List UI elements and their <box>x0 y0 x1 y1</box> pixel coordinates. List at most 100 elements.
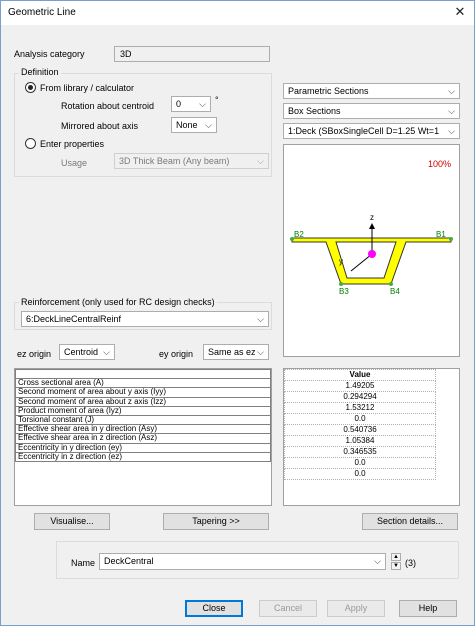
chevron-down-icon: ⌵ <box>448 106 455 116</box>
label-b2: B2 <box>294 230 304 239</box>
mirrored-dropdown[interactable]: None ⌵ <box>171 117 217 133</box>
visualise-button[interactable]: Visualise... <box>34 513 110 530</box>
chevron-down-icon: ⌵ <box>199 99 206 109</box>
usage-dropdown[interactable]: 3D Thick Beam (Any beam) ⌵ <box>114 153 269 169</box>
analysis-category-label: Analysis category <box>14 49 85 59</box>
usage-value: 3D Thick Beam (Any beam) <box>119 156 230 166</box>
close-window-icon[interactable]: ✕ <box>452 4 468 20</box>
table-row[interactable]: 0.0 <box>284 457 436 469</box>
table-row[interactable]: 0.540736 <box>284 424 436 436</box>
section-type-dropdown[interactable]: Box Sections ⌵ <box>283 103 460 119</box>
section-details-button[interactable]: Section details... <box>362 513 458 530</box>
property-name-cell: Second moment of area about z axis (Izz) <box>15 396 271 407</box>
section-selected-dropdown[interactable]: 1:Deck (SBoxSingleCell D=1.25 Wt=1 ⌵ <box>283 123 460 139</box>
cancel-button[interactable]: Cancel <box>259 600 317 617</box>
chevron-down-icon: ⌵ <box>374 556 381 566</box>
title-bar: Geometric Line ✕ <box>1 1 474 25</box>
spin-up-button[interactable]: ▲ <box>391 553 401 561</box>
definition-group-label: Definition <box>19 67 61 77</box>
mirrored-label: Mirrored about axis <box>61 121 139 131</box>
property-value-cell[interactable]: 0.0 <box>284 468 436 480</box>
apply-button[interactable]: Apply <box>327 600 385 617</box>
chevron-down-icon: ⌵ <box>257 156 264 166</box>
label-b1: B1 <box>436 230 446 239</box>
table-row[interactable]: 0.0 <box>284 413 436 425</box>
ey-origin-label: ey origin <box>159 349 194 359</box>
chevron-down-icon: ⌵ <box>205 120 212 130</box>
window-title: Geometric Line <box>8 7 76 18</box>
section-preview-panel: 100% B2 B1 B3 B4 z y <box>283 144 460 357</box>
name-label: Name <box>71 558 96 568</box>
degree-symbol: ° <box>215 95 219 105</box>
reinforcement-dropdown[interactable]: 6:DeckLineCentralReinf ⌵ <box>21 311 269 327</box>
ey-origin-value: Same as ez <box>208 347 256 357</box>
ey-origin-dropdown[interactable]: Same as ez ⌵ <box>203 344 269 360</box>
table-row[interactable]: 1.53212 <box>284 402 436 414</box>
from-library-radio[interactable] <box>25 82 36 93</box>
z-axis-arrow <box>369 223 375 229</box>
property-value-cell[interactable]: 0.540736 <box>284 424 436 436</box>
property-value-cell[interactable]: 0.294294 <box>284 391 436 403</box>
label-b4: B4 <box>390 287 400 296</box>
section-selected-value: 1:Deck (SBoxSingleCell D=1.25 Wt=1 <box>288 126 440 136</box>
name-value: DeckCentral <box>104 556 154 566</box>
section-library-dropdown[interactable]: Parametric Sections ⌵ <box>283 83 460 99</box>
chevron-down-icon: ⌵ <box>103 347 110 357</box>
section-type-value: Box Sections <box>288 106 341 116</box>
rotation-dropdown[interactable]: 0 ⌵ <box>171 96 211 112</box>
geometric-line-dialog: Geometric Line ✕ Analysis category 3D De… <box>0 0 475 626</box>
rotation-value: 0 <box>176 99 182 109</box>
label-b3: B3 <box>339 287 349 296</box>
rotation-label: Rotation about centroid <box>61 101 155 111</box>
from-library-label: From library / calculator <box>40 83 135 93</box>
table-row[interactable]: Second moment of area about z axis (Izz) <box>15 396 271 407</box>
table-header-row: Value <box>284 369 436 381</box>
centroid-marker <box>368 250 376 258</box>
ez-origin-value: Centroid <box>64 347 99 357</box>
analysis-category-field: 3D <box>114 46 270 62</box>
table-row[interactable]: Effective shear area in z direction (Asz… <box>15 433 271 444</box>
table-row[interactable]: 1.05384 <box>284 435 436 447</box>
property-name-cell: Eccentricity in z direction (ez) <box>15 451 271 462</box>
table-row[interactable]: 0.346535 <box>284 446 436 458</box>
point-b4 <box>389 282 393 286</box>
tapering-button[interactable]: Tapering >> <box>163 513 269 530</box>
property-names-table: Cross sectional area (A) Second moment of… <box>15 368 271 462</box>
property-names-panel: Cross sectional area (A) Second moment of… <box>14 368 272 506</box>
reinforcement-group-label: Reinforcement (only used for RC design c… <box>19 297 217 307</box>
property-value-cell[interactable]: 1.49205 <box>284 380 436 392</box>
property-name-cell: Eccentricity in y direction (ey) <box>15 442 271 453</box>
label-z-axis: z <box>370 213 374 222</box>
label-y-axis: y <box>339 257 343 266</box>
chevron-down-icon: ⌵ <box>446 124 455 138</box>
mirrored-value: None <box>176 120 198 130</box>
ez-origin-dropdown[interactable]: Centroid ⌵ <box>59 344 115 360</box>
chevron-down-icon: ⌵ <box>257 347 264 357</box>
table-row[interactable]: 1.49205 <box>284 380 436 392</box>
property-value-cell[interactable]: 0.0 <box>284 413 436 425</box>
help-button[interactable]: Help <box>399 600 457 617</box>
ez-origin-label: ez origin <box>17 349 52 359</box>
enter-properties-radio[interactable] <box>25 138 36 149</box>
property-values-table: Value 1.49205 0.294294 1.53212 0.0 0.540736 1… <box>284 369 436 480</box>
enter-properties-label: Enter properties <box>40 139 105 149</box>
table-row[interactable]: Eccentricity in z direction (ez) <box>15 451 271 462</box>
usage-label: Usage <box>61 158 88 168</box>
property-value-cell[interactable]: 1.53212 <box>284 402 436 414</box>
property-name-cell: Effective shear area in z direction (Asz… <box>15 433 271 444</box>
name-combobox[interactable]: DeckCentral ⌵ <box>99 553 386 570</box>
table-row[interactable]: Eccentricity in y direction (ey) <box>15 442 271 453</box>
section-library-value: Parametric Sections <box>288 86 369 96</box>
spin-down-button[interactable]: ▼ <box>391 562 401 570</box>
table-row[interactable]: 0.294294 <box>284 391 436 403</box>
property-value-cell[interactable]: 0.346535 <box>284 446 436 458</box>
reinforcement-value: 6:DeckLineCentralReinf <box>26 314 122 324</box>
close-button[interactable]: Close <box>185 600 243 617</box>
property-value-cell[interactable]: 1.05384 <box>284 435 436 447</box>
property-value-cell[interactable]: 0.0 <box>284 457 436 469</box>
table-row[interactable]: 0.0 <box>284 468 436 480</box>
point-b1 <box>449 237 453 241</box>
table-row[interactable]: Second moment of area about y axis (Iyy) <box>15 387 271 398</box>
chevron-down-icon: ⌵ <box>448 86 455 96</box>
value-column-header: Value <box>284 369 436 381</box>
